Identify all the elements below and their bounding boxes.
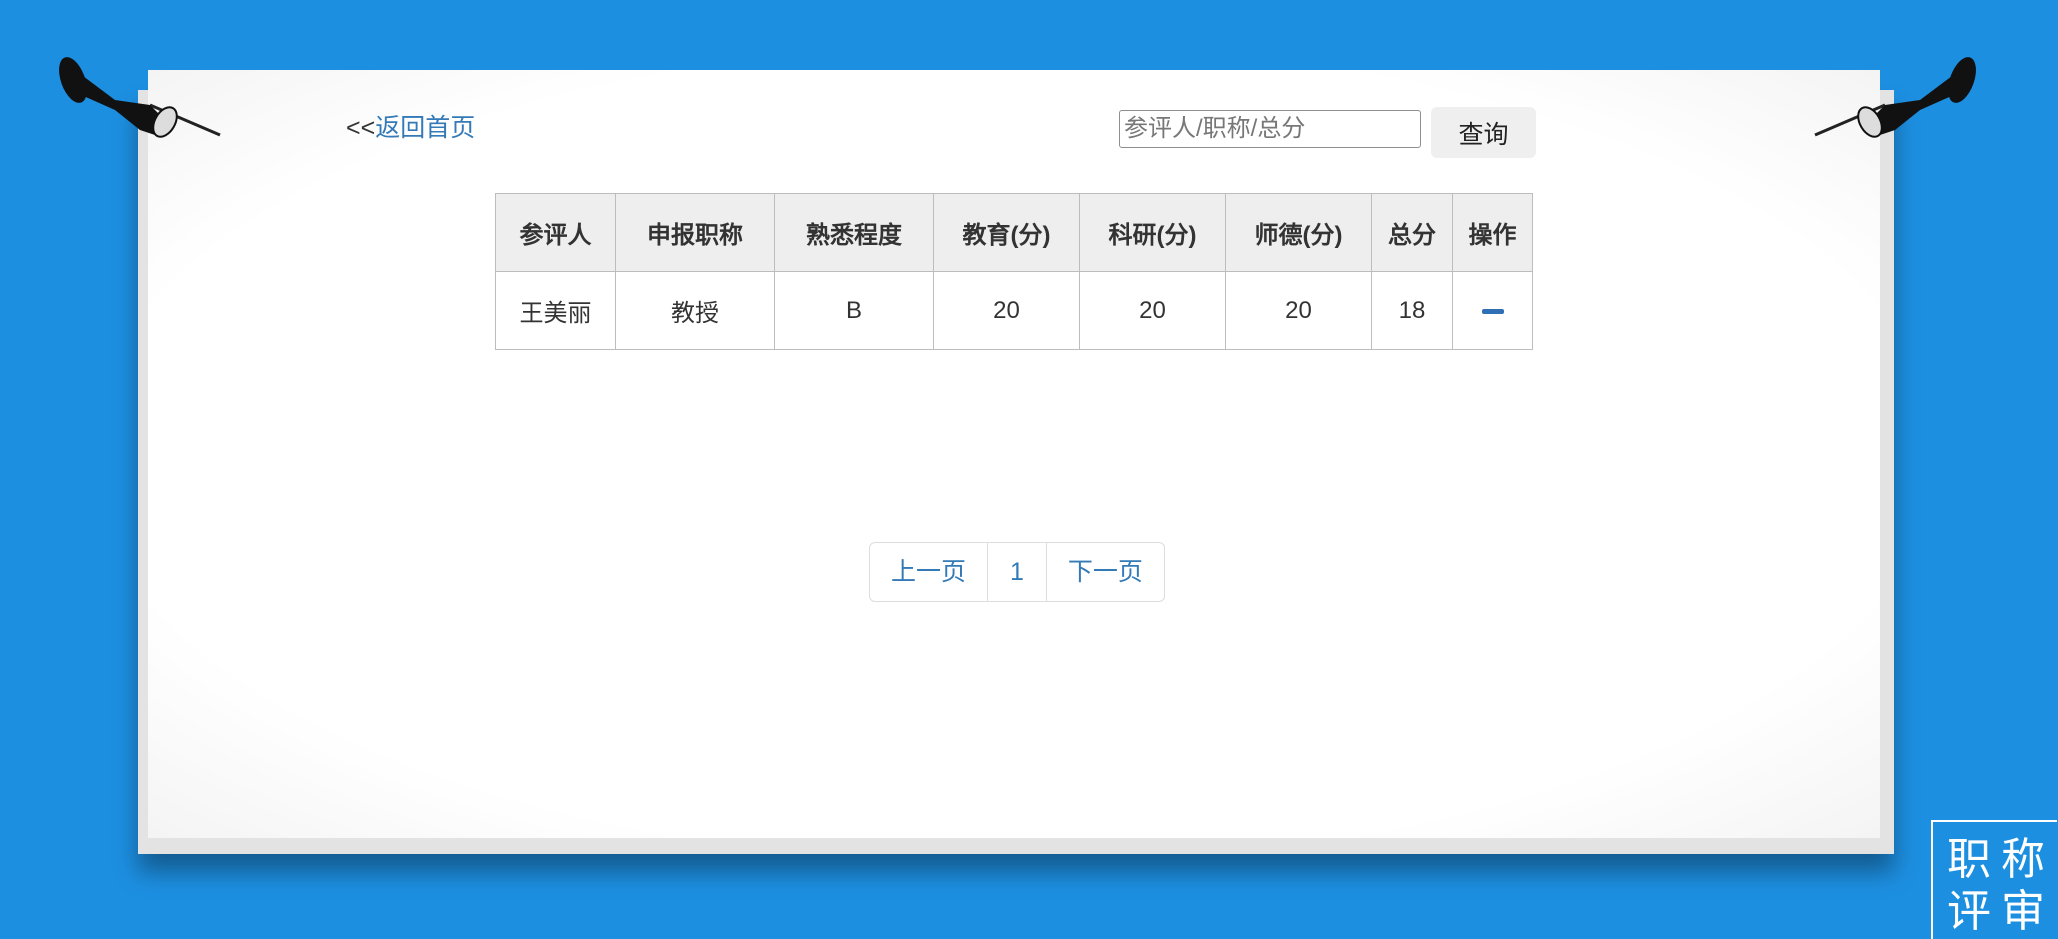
column-header: 总分 <box>1371 193 1453 272</box>
prev-page-link[interactable]: 上一页 <box>870 543 987 601</box>
logo-line: 评审 <box>1947 886 2055 937</box>
cell-action <box>1452 271 1533 350</box>
next-page-link[interactable]: 下一页 <box>1045 543 1164 601</box>
table-header-row: 参评人 申报职称 熟悉程度 教育(分) 科研(分) 师德(分) 总分 操作 <box>495 193 1533 272</box>
column-header: 师德(分) <box>1225 193 1372 272</box>
site-logo: 职称 评审 <box>1931 820 2057 939</box>
search-input[interactable] <box>1119 110 1421 148</box>
cell-familiarity: B <box>774 271 934 350</box>
edit-icon[interactable] <box>1481 308 1504 314</box>
pagination: 上一页 1 下一页 <box>869 542 1165 602</box>
back-home-link[interactable]: 返回首页 <box>375 114 475 142</box>
back-prefix: << <box>346 114 376 142</box>
cell-research: 20 <box>1079 271 1226 350</box>
cell-education: 20 <box>933 271 1080 350</box>
column-header: 科研(分) <box>1079 193 1226 272</box>
search-button[interactable]: 查询 <box>1431 107 1536 158</box>
results-table: 参评人 申报职称 熟悉程度 教育(分) 科研(分) 师德(分) 总分 操作 王美… <box>495 193 1533 350</box>
page: <<返回首页 查询 参评人 申报职称 熟悉程度 教育(分) 科研(分) 师德(分… <box>0 0 2058 939</box>
back-nav: <<返回首页 <box>346 108 475 144</box>
pushpin-icon <box>59 57 221 138</box>
pushpin-icon <box>1814 57 1976 138</box>
column-header: 参评人 <box>495 193 616 272</box>
cell-title: 教授 <box>615 271 775 350</box>
cell-total: 18 <box>1371 271 1453 350</box>
column-header: 熟悉程度 <box>774 193 934 272</box>
column-header: 操作 <box>1452 193 1533 272</box>
paper-sheet <box>148 70 1880 838</box>
logo-line: 职称 <box>1947 834 2055 885</box>
cell-name: 王美丽 <box>495 271 616 350</box>
column-header: 教育(分) <box>933 193 1080 272</box>
column-header: 申报职称 <box>615 193 775 272</box>
cell-ethics: 20 <box>1225 271 1372 350</box>
page-number-link[interactable]: 1 <box>987 543 1046 601</box>
table-row: 王美丽 教授 B 20 20 20 18 <box>495 271 1533 350</box>
